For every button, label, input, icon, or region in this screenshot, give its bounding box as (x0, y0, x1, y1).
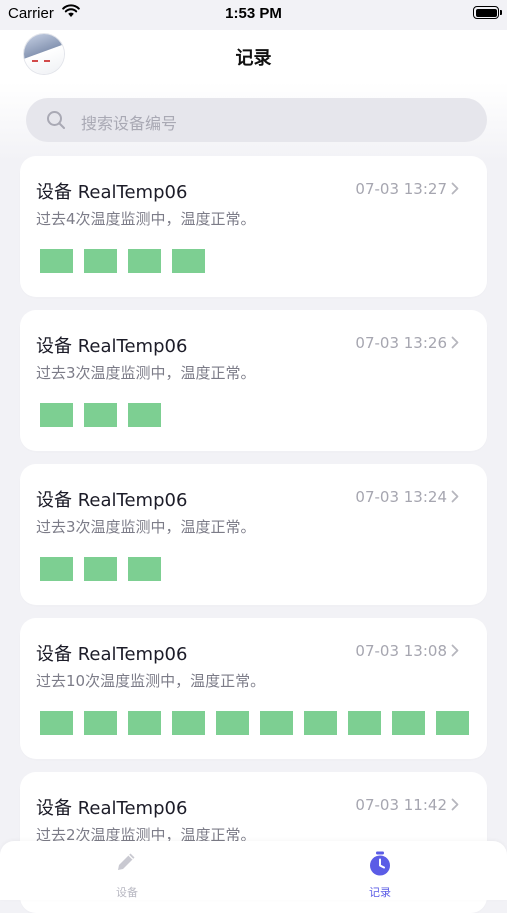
reading-block (84, 557, 117, 581)
search-icon (47, 111, 65, 129)
page-title: 记录 (235, 48, 272, 69)
chevron-right-icon (451, 798, 459, 811)
record-summary: 过去10次温度监测中，温度正常。 (36, 672, 266, 690)
reading-block (348, 711, 381, 735)
chevron-right-icon (451, 336, 459, 349)
record-title: 设备 RealTemp06 (36, 644, 188, 665)
reading-block (392, 711, 425, 735)
reading-block (128, 403, 161, 427)
reading-block (128, 711, 161, 735)
reading-block (172, 711, 205, 735)
reading-block (40, 557, 73, 581)
record-card[interactable]: 设备 RealTemp06 07-03 13:08 过去10次温度监测中，温度正… (20, 618, 487, 759)
record-card[interactable]: 设备 RealTemp06 07-03 13:27 过去4次温度监测中，温度正常… (20, 156, 487, 297)
reading-block (40, 711, 73, 735)
reading-block (40, 249, 73, 273)
reading-block (304, 711, 337, 735)
record-time: 07-03 11:42 (355, 796, 447, 814)
reading-block (436, 711, 469, 735)
tab-label: 设备 (116, 886, 138, 899)
record-summary: 过去3次温度监测中，温度正常。 (36, 518, 256, 536)
reading-block (84, 249, 117, 273)
reading-block (128, 557, 161, 581)
chevron-right-icon (451, 490, 459, 503)
chevron-right-icon (451, 644, 459, 657)
reading-block (216, 711, 249, 735)
record-title: 设备 RealTemp06 (36, 490, 188, 511)
tab-label: 记录 (369, 886, 391, 899)
reading-block (84, 403, 117, 427)
timer-icon (370, 851, 390, 876)
tab-record[interactable]: 记录 (320, 841, 440, 900)
record-summary: 过去4次温度监测中，温度正常。 (36, 210, 256, 228)
reading-blocks (40, 403, 172, 427)
status-bar: Carrier 1:53 PM (0, 0, 507, 30)
pencil-icon (118, 853, 135, 870)
record-title: 设备 RealTemp06 (36, 182, 188, 203)
search-input[interactable]: 搜索设备编号 (26, 98, 487, 142)
record-card[interactable]: 设备 RealTemp06 07-03 13:26 过去3次温度监测中，温度正常… (20, 310, 487, 451)
reading-block (128, 249, 161, 273)
tab-bar: 设备 记录 (0, 841, 507, 900)
reading-block (172, 249, 205, 273)
reading-block (40, 403, 73, 427)
reading-block (260, 711, 293, 735)
record-card[interactable]: 设备 RealTemp06 07-03 13:24 过去3次温度监测中，温度正常… (20, 464, 487, 605)
record-title: 设备 RealTemp06 (36, 798, 188, 819)
record-summary: 过去3次温度监测中，温度正常。 (36, 364, 256, 382)
nav-header: 记录 (0, 30, 507, 82)
record-time: 07-03 13:26 (355, 334, 447, 352)
reading-blocks (40, 557, 172, 581)
search-placeholder: 搜索设备编号 (81, 114, 178, 133)
battery-icon (473, 6, 502, 19)
reading-block (84, 711, 117, 735)
reading-blocks (40, 249, 216, 273)
record-title: 设备 RealTemp06 (36, 336, 188, 357)
reading-blocks (40, 711, 480, 735)
status-time: 1:53 PM (225, 5, 282, 22)
record-time: 07-03 13:27 (355, 180, 447, 198)
record-time: 07-03 13:08 (355, 642, 447, 660)
tab-device[interactable]: 设备 (67, 841, 187, 900)
record-time: 07-03 13:24 (355, 488, 447, 506)
chevron-right-icon (451, 182, 459, 195)
